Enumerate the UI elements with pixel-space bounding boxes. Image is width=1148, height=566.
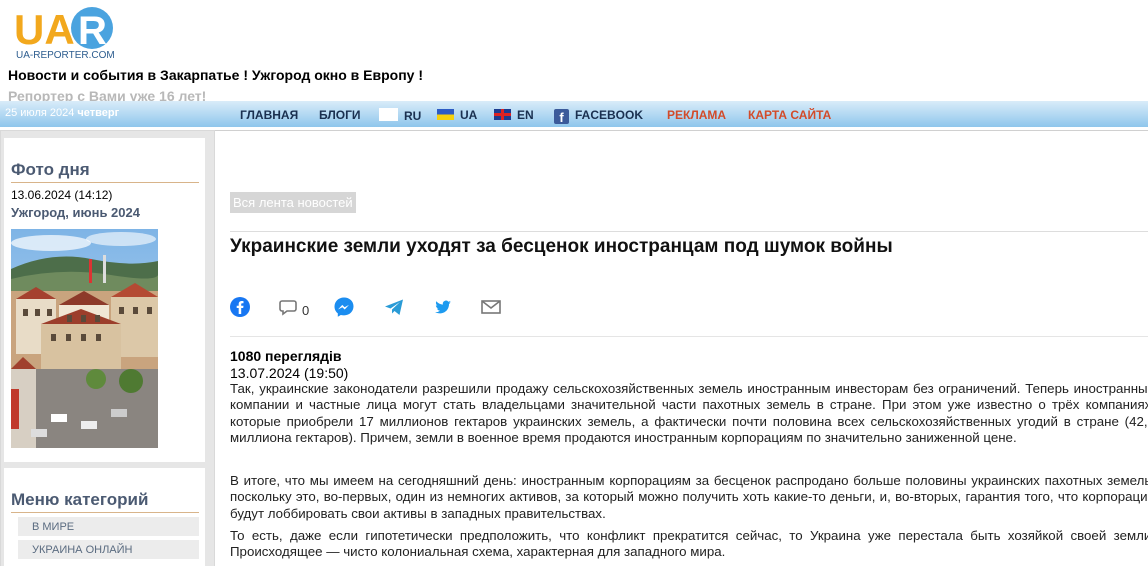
share-divider [230,336,1148,337]
all-news-link[interactable]: Вся лента новостей [230,192,356,213]
nav-blogs[interactable]: БЛОГИ [319,108,361,122]
title-divider [230,231,1148,232]
photo-caption[interactable]: Ужгород, июнь 2024 [11,205,140,220]
email-share-icon[interactable] [480,296,502,318]
divider [11,512,199,513]
uk-flag-icon [494,109,511,120]
facebook-icon: f [554,109,569,125]
nav-facebook[interactable]: f FACEBOOK [554,108,643,125]
menu-item-ukraine-online[interactable]: УКРАИНА ОНЛАЙН [18,540,199,560]
photo-of-day-image[interactable] [11,229,158,448]
svg-text:R: R [78,9,107,50]
article-title: Украинские земли уходят за бесценок инос… [230,236,893,257]
category-menu: Меню категорий В МИРЕ УКРАИНА ОНЛАЙН [4,468,205,566]
top-navbar: 25 июля 2024 четверг ГЛАВНАЯ БЛОГИ RU UA… [0,101,1148,127]
ua-flag-icon [437,109,454,120]
messenger-share-icon[interactable] [333,296,355,318]
photo-of-day-box: Фото дня 13.06.2024 (14:12) Ужгород, июн… [4,138,205,462]
svg-text:UA: UA [14,6,75,50]
article-paragraph: Так, украинские законодатели разрешили п… [230,381,1148,445]
logo-domain: UA-REPORTER.COM [16,50,115,61]
nav-lang-en[interactable]: EN [494,108,534,122]
ru-flag-icon [379,108,398,121]
current-date: 25 июля 2024 четверг [5,107,120,119]
comment-count: 0 [302,303,310,318]
nav-lang-ua[interactable]: UA [437,108,477,122]
nav-home[interactable]: ГЛАВНАЯ [240,108,298,122]
comments-icon[interactable] [279,296,301,318]
article-paragraph: То есть, даже если гипотетически предпол… [230,528,1148,560]
facebook-share-icon[interactable] [229,296,251,318]
article-paragraph: В итоге, что мы имеем на сегодняшний ден… [230,473,1148,521]
divider [11,182,199,183]
content-divider [215,130,1148,131]
photo-of-day-title: Фото дня [11,160,90,179]
logo-graphic: UA R [14,6,113,53]
photo-date: 13.06.2024 (14:12) [11,188,113,202]
nav-lang-ru[interactable]: RU [379,108,421,123]
view-count: 1080 переглядів [230,348,342,364]
twitter-share-icon[interactable] [432,296,454,318]
nav-sitemap[interactable]: КАРТА САЙТА [748,108,831,122]
menu-item-world[interactable]: В МИРЕ [18,517,199,537]
telegram-share-icon[interactable] [383,296,405,318]
publish-date: 13.07.2024 (19:50) [230,365,349,381]
site-tagline: Новости и события в Закарпатье ! Ужгород… [8,67,424,83]
nav-advertising[interactable]: РЕКЛАМА [667,108,726,122]
category-menu-title: Меню категорий [11,490,149,509]
